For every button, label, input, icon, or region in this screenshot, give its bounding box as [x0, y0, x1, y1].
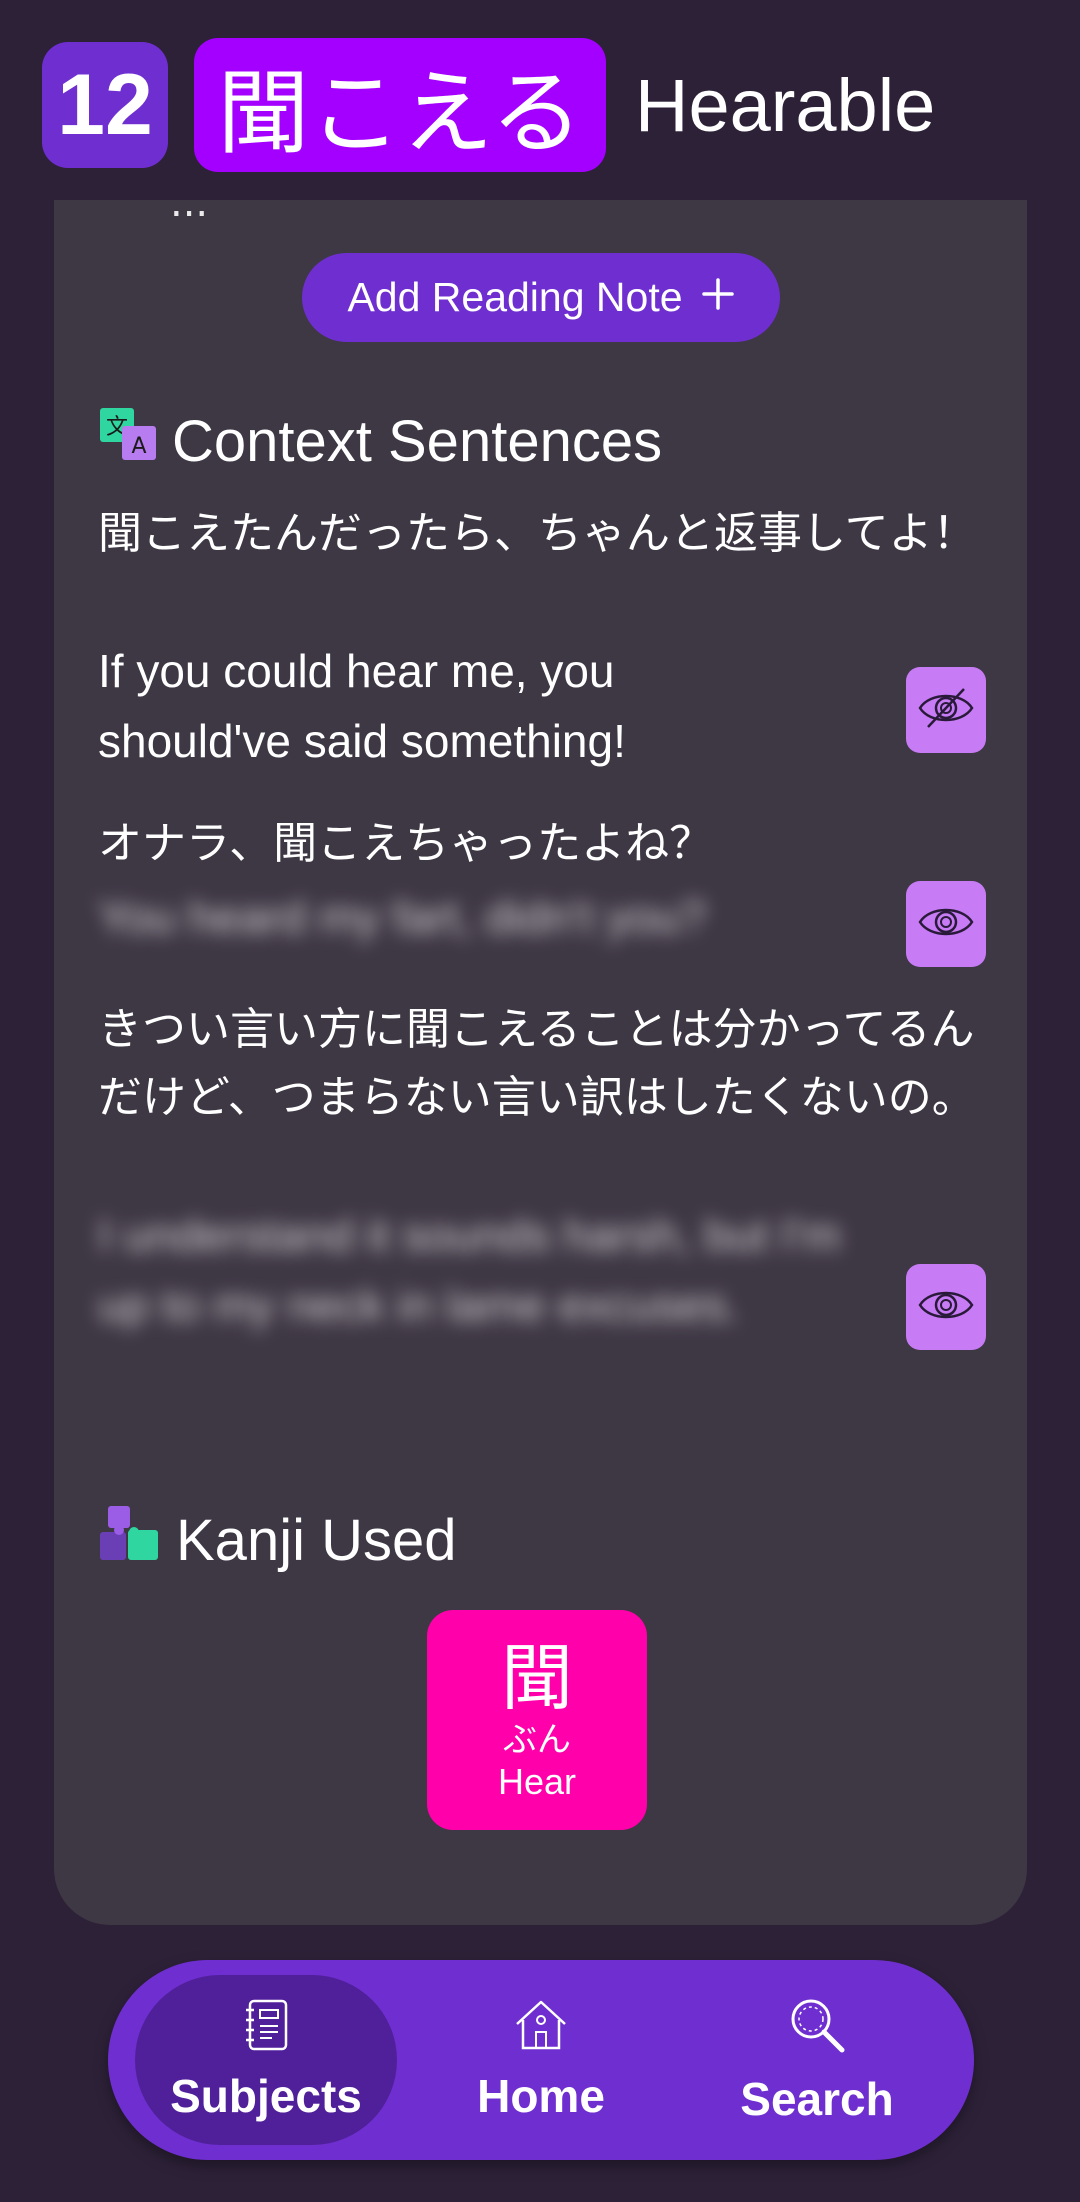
eye-icon — [916, 897, 976, 951]
plus-icon — [701, 274, 735, 321]
level-badge: 12 — [42, 42, 168, 168]
eye-icon — [916, 1280, 976, 1334]
header-bar: 12 聞こえる Hearable — [0, 0, 1080, 200]
magnifier-icon — [787, 1995, 847, 2066]
translate-icon: 文 A — [98, 404, 158, 478]
context-sentence-en-hidden[interactable]: I understand it sounds harsh, but I'm up… — [98, 1200, 878, 1340]
context-sentence-en-hidden[interactable]: You heard my fart, didn't you? — [98, 882, 858, 952]
nav-home-label: Home — [477, 2069, 605, 2122]
nav-search-label: Search — [740, 2072, 894, 2125]
nav-home[interactable]: Home — [410, 1975, 672, 2145]
hide-translation-button[interactable] — [906, 667, 986, 753]
notebook-icon — [242, 1998, 290, 2063]
context-sentences-title: 文 A Context Sentences — [98, 404, 662, 478]
house-icon — [513, 1998, 569, 2063]
nav-subjects-label: Subjects — [170, 2069, 362, 2122]
kanji-used-title: Kanji Used — [98, 1502, 456, 1578]
kanji-character: 聞 — [500, 1636, 573, 1720]
bottom-nav: Subjects Home Search — [108, 1960, 974, 2160]
add-reading-note-label: Add Reading Note — [347, 274, 683, 320]
vocab-meaning: Hearable — [635, 64, 936, 147]
nav-search[interactable]: Search — [686, 1975, 948, 2145]
context-sentence-jp: オナラ、聞こえちゃったよね？ — [98, 818, 714, 869]
kanji-tile[interactable]: 聞 ぶん Hear — [427, 1610, 647, 1830]
context-sentence-jp: 聞こえたんだったら、ちゃんと返事してよ！ — [98, 508, 977, 559]
nav-subjects[interactable]: Subjects — [135, 1975, 397, 2145]
context-sentence-jp: きつい言い方に聞こえることは分かってるんだけど、つまらない言い訳はしたくないの。 — [98, 1004, 976, 1123]
eye-off-icon — [916, 683, 976, 737]
show-translation-button[interactable] — [906, 881, 986, 967]
puzzle-icon — [98, 1502, 162, 1578]
kanji-reading: ぶん — [503, 1720, 571, 1760]
show-translation-button[interactable] — [906, 1264, 986, 1350]
kanji-used-label: Kanji Used — [176, 1507, 457, 1573]
context-sentences-label: Context Sentences — [172, 408, 663, 474]
vocab-title: 聞こえる — [194, 38, 606, 172]
svg-text:A: A — [131, 434, 146, 459]
add-reading-note-button[interactable]: Add Reading Note — [302, 253, 780, 342]
context-sentence-en: If you could hear me, you should've said… — [98, 645, 626, 767]
kanji-meaning: Hear — [497, 1761, 577, 1802]
